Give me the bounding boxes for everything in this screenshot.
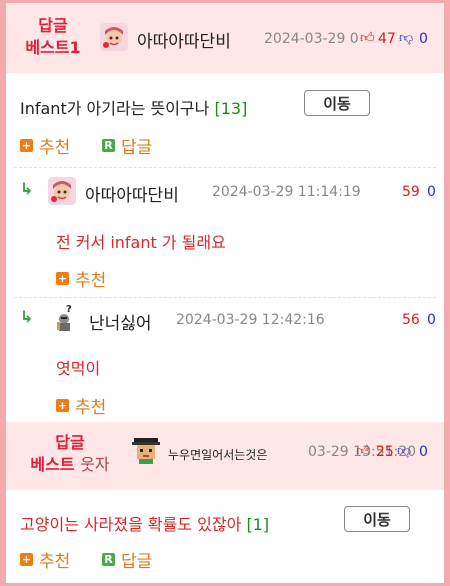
best-badge-line2: 베스트: [30, 455, 75, 474]
downvote-count: 0: [419, 31, 428, 47]
author-nickname[interactable]: 누우면일어서는것은: [168, 446, 267, 463]
comment-panel: 답글 베스트1 아따아따단비 2024-03-29 0 👍︎ 47 👎︎ 0 I…: [0, 0, 450, 586]
post-date: 2024-03-29 0: [264, 31, 359, 47]
plus-icon: +: [20, 139, 33, 152]
reply-upvote-count: 59: [402, 184, 420, 200]
best-badge-line1: 답글: [38, 16, 68, 35]
upvote-count: 47: [378, 31, 396, 47]
reply-downvote-count: 0: [427, 184, 436, 200]
reply-r-icon: R: [102, 553, 115, 566]
reply-arrow-icon: ↳: [20, 307, 34, 326]
best-badge-category: 웃자: [80, 455, 110, 474]
divider: [14, 167, 436, 168]
thumb-down-icon[interactable]: 👎︎: [397, 442, 411, 459]
comment-count: [13]: [214, 99, 248, 118]
thumb-up-icon[interactable]: 👍︎: [356, 442, 371, 459]
reply-nickname[interactable]: 아따아따단비: [85, 181, 179, 206]
reply-downvote-count: 0: [427, 312, 436, 328]
thumb-up-icon[interactable]: 👍︎: [360, 29, 375, 46]
recommend-label: 추천: [75, 398, 107, 418]
best-badge-line2: 베스트1: [25, 38, 81, 57]
recommend-button[interactable]: + 추천: [56, 266, 106, 291]
best-badge: 답글 베스트 웃자: [18, 432, 122, 476]
divider: [14, 297, 436, 298]
upvote-count: 25: [376, 444, 394, 460]
move-button[interactable]: 이동: [304, 90, 370, 116]
post-title-text[interactable]: 고양이는 사라졌을 확률도 있잖아: [20, 515, 241, 534]
comment-count: [1]: [246, 515, 270, 534]
downvote-count: 0: [419, 444, 428, 460]
best-badge: 답글 베스트1: [20, 15, 86, 59]
best-reply-header-1: 답글 베스트1 아따아따단비 2024-03-29 0 👍︎ 47 👎︎ 0: [6, 3, 444, 73]
reply-button[interactable]: R 답글: [102, 133, 152, 158]
reply-content: 전 커서 infant 가 될래요: [56, 233, 226, 252]
recommend-button[interactable]: + 추천: [20, 133, 70, 158]
post-title[interactable]: Infant가 아기라는 뜻이구나 [13]: [20, 95, 247, 119]
reply-date: 2024-03-29 11:14:19: [212, 184, 361, 200]
post-title[interactable]: 고양이는 사라졌을 확률도 있잖아 [1]: [20, 511, 269, 535]
plus-icon: +: [56, 272, 69, 285]
plus-icon: +: [20, 553, 33, 566]
svg-text:?: ?: [66, 304, 72, 315]
reply-label: 답글: [121, 552, 153, 572]
reply-content: 엿먹이: [56, 359, 101, 378]
thumb-down-icon[interactable]: 👎︎: [399, 29, 413, 46]
reply-upvote-count: 56: [402, 312, 420, 328]
post-title-text[interactable]: Infant가 아기라는 뜻이구나: [20, 99, 209, 118]
move-button[interactable]: 이동: [344, 506, 410, 532]
reply-nickname[interactable]: 난너싫어: [89, 309, 152, 334]
knight-question-avatar-icon[interactable]: ?: [52, 303, 80, 331]
reply-label: 답글: [121, 138, 153, 158]
plus-icon: +: [56, 399, 69, 412]
best-reply-header-2: 답글 베스트 웃자 누우면일어서는것은 03-29 13:51:20 👍︎ 25…: [6, 422, 444, 490]
best-badge-line1: 답글: [55, 433, 85, 452]
reply-button[interactable]: R 답글: [102, 547, 152, 572]
reply-r-icon: R: [102, 139, 115, 152]
cartoon-girl-avatar-icon[interactable]: [100, 23, 128, 51]
reply-date: 2024-03-29 12:42:16: [176, 312, 325, 328]
cartoon-girl-avatar-icon[interactable]: [48, 177, 76, 205]
recommend-label: 추천: [75, 271, 107, 291]
author-nickname[interactable]: 아따아따단비: [137, 27, 231, 52]
recommend-button[interactable]: + 추천: [56, 393, 106, 418]
pixel-man-avatar-icon[interactable]: [132, 436, 160, 464]
recommend-button[interactable]: + 추천: [20, 547, 70, 572]
recommend-label: 추천: [39, 138, 71, 158]
reply-arrow-icon: ↳: [20, 179, 34, 198]
recommend-label: 추천: [39, 552, 71, 572]
